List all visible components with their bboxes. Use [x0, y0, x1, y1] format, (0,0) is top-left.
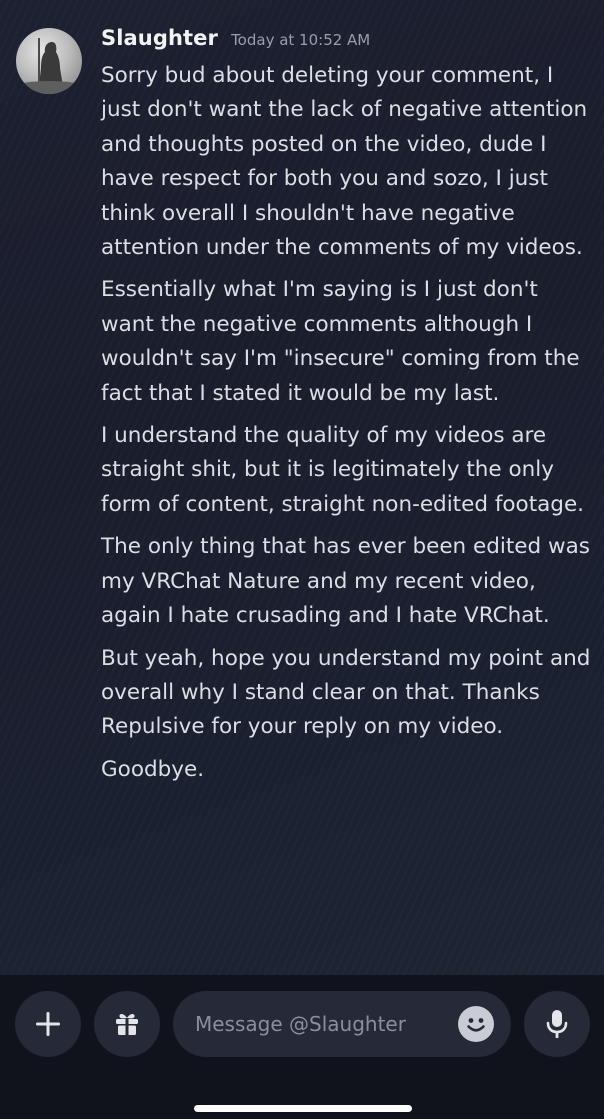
message-paragraph: Sorry bud about deleting your comment, I… — [101, 63, 588, 261]
hooded-figure-avatar-art — [16, 38, 82, 94]
gift-icon — [116, 1014, 138, 1035]
message-paragraph: The only thing that has ever been edited… — [101, 534, 590, 629]
voice-message-button[interactable] — [524, 991, 590, 1057]
emoji-icon — [467, 1018, 485, 1032]
plus-icon — [36, 1012, 60, 1036]
message-composer — [0, 975, 604, 1119]
message-author[interactable]: Slaughter — [101, 26, 218, 50]
message-input[interactable] — [195, 991, 445, 1057]
message-content: Sorry bud about deleting your comment, I… — [101, 59, 591, 795]
add-attachment-button[interactable] — [15, 991, 81, 1057]
message-paragraph: I understand the quality of my videos ar… — [101, 423, 585, 517]
gift-button[interactable] — [94, 991, 160, 1057]
message-timestamp: Today at 10:52 AM — [231, 31, 371, 49]
home-indicator — [194, 1105, 412, 1112]
message-paragraph: But yeah, hope you understand my point a… — [101, 645, 591, 740]
avatar[interactable] — [16, 28, 82, 94]
message-paragraph: Essentially what I'm saying is I just do… — [101, 277, 580, 406]
message-header: Slaughter Today at 10:52 AM — [101, 26, 370, 58]
message-paragraph: Goodbye. — [101, 756, 205, 782]
microphone-icon — [546, 1010, 568, 1038]
message-input-container[interactable] — [173, 991, 511, 1057]
emoji-button[interactable] — [458, 1006, 494, 1042]
